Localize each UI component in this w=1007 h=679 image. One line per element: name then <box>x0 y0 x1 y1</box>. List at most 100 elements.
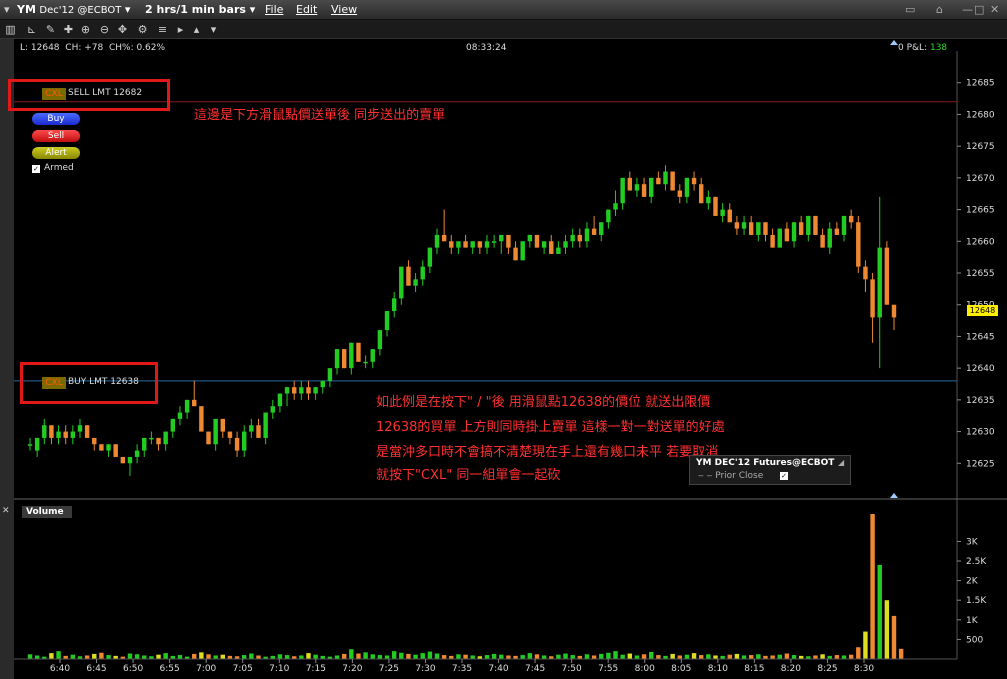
candle-body <box>620 177 625 204</box>
volume-bar <box>756 654 761 659</box>
candle-body <box>356 342 361 362</box>
volume-bar <box>606 652 611 659</box>
scroll-marker-bottom <box>890 493 898 498</box>
scroll-right-icon[interactable]: ▸ <box>174 23 187 36</box>
volume-bar <box>434 653 440 659</box>
candle-body <box>656 177 661 185</box>
annotation-line-1: 如此例是在按下" / "後 用滑鼠點12638的價位 就送出限價 <box>376 395 711 410</box>
crosshair-icon[interactable]: ✚ <box>62 23 75 36</box>
chart-area[interactable]: 1262512630126351264012645126501265512660… <box>2 39 1007 679</box>
indicator-icon[interactable]: ⚙ <box>136 23 149 36</box>
candle-body <box>863 266 868 280</box>
candle-body <box>670 171 675 191</box>
last-price-info: L: 12648 CH: +78 CH%: 0.62% <box>20 43 166 53</box>
candle-body <box>649 177 654 197</box>
candle-body <box>777 228 782 248</box>
time-tick-label: 7:35 <box>452 664 472 674</box>
sell-button[interactable]: Sell <box>32 130 80 142</box>
left-scroll-strip[interactable] <box>0 39 14 679</box>
annotation-icon[interactable]: ✎ <box>44 23 57 36</box>
volume-bar <box>713 655 718 659</box>
time-tick-label: 7:45 <box>525 664 545 674</box>
bar-chart-icon[interactable]: ▥ <box>4 23 17 36</box>
window-menu-icon[interactable]: ▾ <box>4 3 10 16</box>
volume-bar <box>499 654 504 659</box>
candle-body <box>627 177 633 191</box>
candle-body <box>556 247 561 254</box>
volume-bar <box>334 655 340 659</box>
volume-bar <box>613 651 618 659</box>
legend-pin-icon[interactable]: ◢ <box>838 458 844 467</box>
scroll-marker-top <box>890 40 898 45</box>
candle-body <box>820 234 825 248</box>
volume-bar <box>99 652 104 659</box>
time-tick-label: 8:00 <box>635 664 655 674</box>
maximize-icon[interactable]: □ <box>974 3 984 16</box>
volume-bar <box>727 654 732 659</box>
candle-body <box>756 222 761 235</box>
candle-body <box>113 444 118 457</box>
price-tick-label: 12675 <box>966 142 995 152</box>
time-tick-label: 6:40 <box>50 664 70 674</box>
close-icon[interactable]: ✕ <box>990 3 999 16</box>
volume-bar <box>456 654 461 659</box>
candle-body <box>49 425 54 438</box>
volume-bar <box>199 652 204 659</box>
candle-body <box>56 431 61 438</box>
link-icon[interactable]: ⌂ <box>936 3 943 16</box>
zoom-out-icon[interactable]: ⊖ <box>98 23 111 36</box>
candle-body <box>527 234 533 242</box>
volume-bar <box>634 655 640 659</box>
volume-bar <box>256 655 261 659</box>
legend-popup[interactable]: YM DEC'12 Futures@ECBOT ◢ ‒ ‒ Prior Clos… <box>689 455 851 485</box>
legend-title: YM DEC'12 Futures@ECBOT <box>696 458 835 468</box>
candle-body <box>384 311 390 331</box>
period-selector[interactable]: 2 hrs/1 min bars ▾ <box>145 3 255 16</box>
buy-button[interactable]: Buy <box>32 113 80 125</box>
chart-toolbar: ▥ ⊾ ✎ ✚ ⊕ ⊖ ✥ ⚙ ≡ ▸ ▴ ▾ <box>0 20 1007 39</box>
volume-bar <box>534 654 540 659</box>
volume-tick-label: 2K <box>966 577 979 587</box>
menu-view[interactable]: View <box>331 3 357 16</box>
alert-button[interactable]: Alert <box>32 147 80 159</box>
volume-bar <box>556 654 561 659</box>
candle-body <box>227 431 233 438</box>
volume-bar <box>620 654 625 659</box>
pan-icon[interactable]: ✥ <box>116 23 129 36</box>
volume-bar <box>834 655 840 659</box>
volume-bar <box>870 514 875 659</box>
restore-icon[interactable]: ▭ <box>905 3 915 16</box>
volume-bar <box>249 653 254 659</box>
time-tick-label: 7:30 <box>415 664 435 674</box>
candle-body <box>599 222 604 235</box>
menu-edit[interactable]: Edit <box>296 3 317 16</box>
volume-bar <box>427 651 433 659</box>
settings-icon[interactable]: ≡ <box>156 23 169 36</box>
ruler-icon[interactable]: ⊾ <box>25 23 38 36</box>
volume-bar <box>841 655 847 659</box>
volume-bar <box>591 655 597 659</box>
armed-checkbox[interactable]: ✓ <box>32 165 40 173</box>
zoom-in-icon[interactable]: ⊕ <box>79 23 92 36</box>
price-tick-label: 12625 <box>966 459 995 469</box>
symbol-selector[interactable]: YM Dec'12 @ECBOT ▾ <box>17 3 130 16</box>
period-label: 2 hrs/1 min bars <box>145 3 246 16</box>
volume-bar <box>570 655 575 659</box>
candle-body <box>377 330 383 350</box>
candle-body <box>577 234 583 242</box>
candle-body <box>477 241 483 248</box>
time-tick-label: 7:20 <box>342 664 362 674</box>
minimize-icon[interactable]: — <box>962 3 973 16</box>
time-tick-label: 8:10 <box>708 664 728 674</box>
close-volume-pane-icon[interactable]: ✕ <box>2 506 10 516</box>
position-pnl: 0 P&L: 138 <box>898 43 948 53</box>
prior-close-checkbox[interactable]: ✓ <box>780 472 788 480</box>
volume-bar <box>506 655 511 659</box>
volume-bar <box>391 651 397 659</box>
menu-file[interactable]: File <box>265 3 283 16</box>
chevron-down-icon[interactable]: ▾ <box>207 23 220 36</box>
arrow-up-icon[interactable]: ▴ <box>190 23 203 36</box>
candle-body <box>334 349 340 369</box>
chart-svg[interactable]: 1262512630126351264012645126501265512660… <box>14 39 1007 679</box>
candle-body <box>213 418 218 445</box>
